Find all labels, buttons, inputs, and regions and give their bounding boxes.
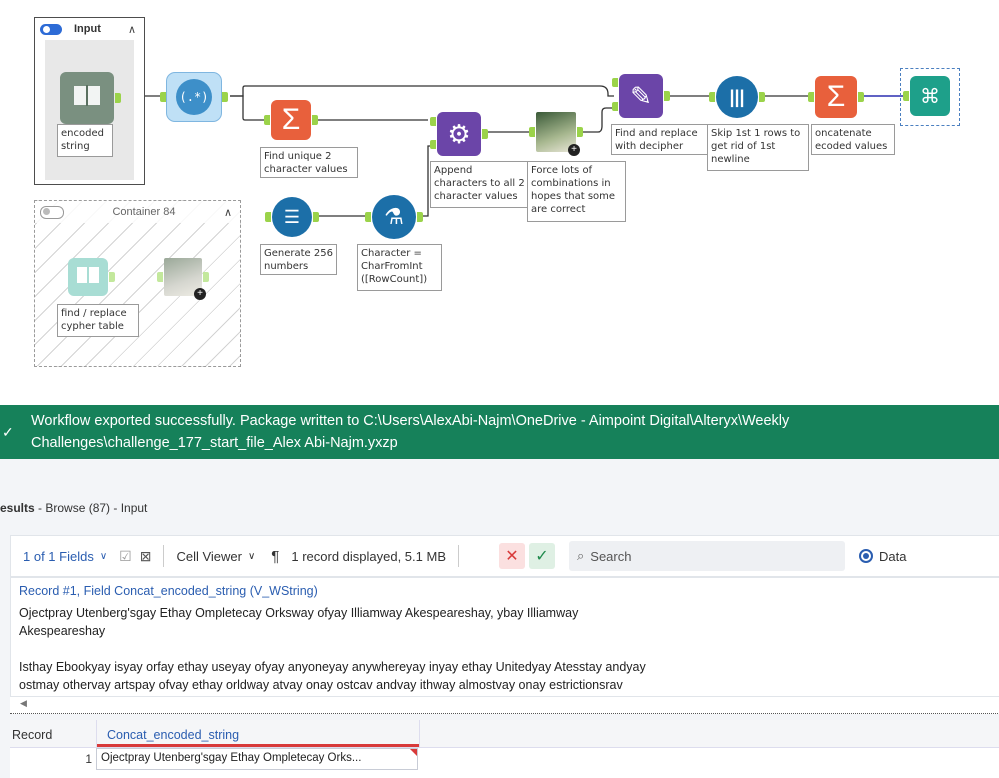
text-input-tool[interactable] (60, 72, 121, 124)
records-info: 1 record displayed, 5.1 MB (291, 548, 446, 564)
text-input-tool-disabled[interactable] (68, 258, 115, 296)
results-grid: Record Concat_encoded_string 1 Ojectpray… (10, 720, 999, 778)
scroll-left-icon[interactable]: ◀ (20, 698, 27, 709)
book-icon (72, 83, 102, 114)
find-replace-tool[interactable]: ✎ (612, 74, 670, 118)
search-input[interactable]: ⌕ Search (569, 541, 845, 571)
row-number: 1 (85, 752, 92, 766)
container-title: Container 84 (112, 206, 176, 218)
chevron-down-icon: ∨ (247, 550, 256, 562)
gears-icon: ⚙ (447, 118, 471, 149)
results-title: esults - Browse (87) - Input (0, 501, 148, 515)
browse-tool[interactable]: ⌘ (903, 76, 950, 116)
results-toolbar: 1 of 1 Fields ∨ ☑ ⊠ Cell Viewer ∨ ¶ 1 re… (10, 535, 999, 577)
apply-check-icon[interactable]: ✓ (529, 543, 555, 569)
container-toggle[interactable] (40, 23, 62, 35)
annotation-force-combos: Force lots of combinations in hopes that… (527, 161, 626, 222)
annotation-cypher-table: find / replace cypher table (57, 304, 139, 337)
workflow-canvas[interactable]: Input ∧ Container 84 ∧ (.*) Σ ☰ ⚗ ⚙ + ✎ … (0, 0, 999, 400)
annotation-concatenate: oncatenate ecoded values (811, 124, 895, 155)
annotation-char-formula: Character = CharFromInt ([RowCount]) (357, 244, 442, 291)
data-radio[interactable]: Data (859, 549, 906, 564)
annotation-encoded-string: encoded string (57, 124, 113, 157)
plus-icon: + (568, 144, 580, 156)
container-toggle[interactable] (40, 205, 64, 219)
summarize-concat-tool[interactable]: Σ (808, 76, 864, 118)
checkbox-icon[interactable]: ☑ (119, 548, 132, 565)
sigma-icon: Σ (826, 80, 846, 113)
horizontal-scrollbar[interactable]: ◀ (10, 697, 999, 714)
fields-selector[interactable]: 1 of 1 Fields ∨ (23, 549, 107, 564)
container-title: Input (74, 23, 101, 35)
record-text-line: ostmay othervay artspay ofvay ethay orld… (19, 678, 623, 692)
export-status-bar: ✓ Workflow exported successfully. Packag… (0, 405, 999, 459)
macro-tool-disabled[interactable]: + (157, 258, 209, 300)
column-header-record[interactable]: Record (12, 728, 52, 742)
cell-viewer[interactable]: Record #1, Field Concat_encoded_string (… (10, 577, 999, 697)
record-text-line: Akespeareshay (19, 624, 106, 638)
clear-field-icon[interactable]: ⊠ (140, 548, 152, 565)
chevron-up-icon[interactable]: ∧ (128, 23, 136, 36)
cancel-icon[interactable]: ✕ (499, 543, 525, 569)
annotation-find-unique: Find unique 2 character values (260, 147, 358, 178)
container-84-header[interactable]: Container 84 ∧ (35, 201, 240, 223)
sample-tool[interactable]: ||| (709, 76, 765, 118)
annotation-find-replace: Find and replace with decipher (611, 124, 710, 155)
append-fields-tool[interactable]: ⚙ (430, 112, 488, 156)
annotation-skip-rows: Skip 1st 1 rows to get rid of 1st newlin… (707, 124, 809, 171)
plus-icon: + (194, 288, 206, 300)
formula-tool[interactable]: ⚗ (365, 195, 423, 239)
macro-tool[interactable]: + (529, 112, 583, 156)
record-text-line: Ojectpray Utenberg'sgay Ethay Ompletecay… (19, 606, 579, 620)
container-84[interactable]: Container 84 ∧ (34, 200, 241, 367)
cell-viewer-selector[interactable]: Cell Viewer ∨ (176, 549, 255, 564)
generate-rows-tool[interactable]: ☰ (265, 197, 319, 237)
pilcrow-icon[interactable]: ¶ (271, 548, 279, 565)
table-cell[interactable]: Ojectpray Utenberg'sgay Ethay Ompletecay… (96, 748, 418, 770)
data-quality-bar (97, 744, 419, 747)
radio-selected-icon (859, 549, 873, 563)
annotation-generate-256: Generate 256 numbers (260, 244, 337, 275)
generate-rows-icon: ☰ (283, 206, 301, 227)
summarize-tool[interactable]: Σ (264, 100, 318, 140)
record-header: Record #1, Field Concat_encoded_string (… (19, 584, 318, 598)
chevron-up-icon[interactable]: ∧ (224, 206, 232, 219)
sample-icon: ||| (729, 86, 745, 107)
chevron-down-icon: ∨ (99, 550, 108, 562)
binoculars-icon: ⌘ (920, 85, 940, 108)
flask-icon: ⚗ (384, 204, 404, 229)
book-icon (76, 265, 100, 290)
truncation-marker-icon (410, 749, 417, 756)
regex-tool[interactable]: (.*) (160, 72, 228, 122)
status-message: Workflow exported successfully. Package … (31, 413, 790, 451)
find-replace-icon: ✎ (630, 80, 652, 111)
annotation-append-chars: Append characters to all 2 character val… (430, 161, 530, 208)
sigma-icon: Σ (281, 103, 301, 136)
input-container-header[interactable]: Input ∧ (35, 18, 144, 40)
checkmark-icon: ✓ (2, 424, 14, 440)
regex-icon: (.*) (176, 79, 212, 115)
search-icon: ⌕ (577, 548, 585, 563)
record-text-line: Isthay Ebookyay isyay orfay ethay useyay… (19, 660, 646, 674)
table-row[interactable]: 1 (10, 748, 96, 770)
column-header-field[interactable]: Concat_encoded_string (96, 720, 420, 747)
